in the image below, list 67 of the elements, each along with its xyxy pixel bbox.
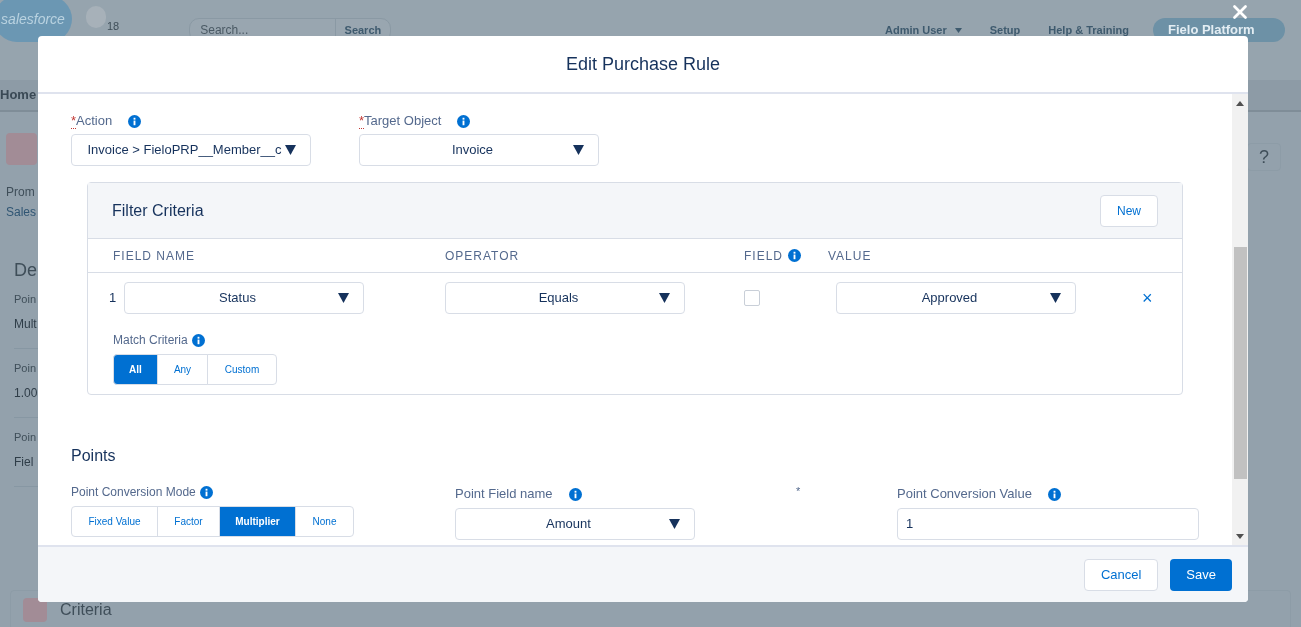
field-value: Mult: [14, 316, 38, 332]
info-icon: [788, 249, 801, 262]
segment-button[interactable]: Fixed Value: [71, 506, 158, 537]
modal-title: Edit Purchase Rule: [565, 52, 721, 76]
header-link[interactable]: Help & Training: [1048, 22, 1129, 39]
caret-icon: [659, 293, 670, 303]
field-label: *Action: [71, 112, 113, 131]
info-icon: [457, 114, 471, 128]
caret-icon: [285, 145, 296, 155]
field-value: Fiel: [14, 454, 35, 470]
nav-tab[interactable]: Home: [0, 85, 37, 105]
required-mark: *: [796, 484, 802, 499]
checkbox[interactable]: [744, 290, 760, 306]
field-label: Poin: [14, 361, 38, 375]
select-field[interactable]: Invoice > FieloPRP__Member__c: [71, 134, 311, 166]
scrollbar[interactable]: [1232, 94, 1248, 545]
section-title: Points: [71, 446, 117, 466]
field-label: Point Conversion Mode: [71, 484, 196, 501]
column-header: OPERATOR: [445, 247, 521, 265]
new-button[interactable]: New: [1100, 194, 1158, 227]
field-label: Poin: [14, 292, 38, 306]
scroll-up-icon[interactable]: [1236, 101, 1244, 106]
section-title: De: [14, 260, 38, 280]
field-label: Poin: [14, 430, 38, 444]
scroll-down-icon[interactable]: [1236, 534, 1244, 539]
save-button[interactable]: Save: [1170, 558, 1232, 591]
select-field[interactable]: Status: [124, 282, 364, 314]
field-label: Point Field name: [455, 485, 553, 504]
input-field[interactable]: 1: [897, 508, 1199, 540]
column-header: FIELD: [744, 247, 783, 265]
row-number: 1: [109, 289, 118, 308]
select-field[interactable]: Amount: [455, 508, 695, 540]
record-type: Prom: [6, 184, 36, 200]
info-icon: [191, 333, 205, 347]
segment-button[interactable]: All: [113, 354, 158, 385]
caret-icon: [338, 293, 349, 303]
remove-button[interactable]: ×: [1142, 289, 1153, 307]
notification-count: 18: [107, 18, 120, 34]
caret-icon: [669, 519, 680, 529]
segment-button[interactable]: Factor: [157, 506, 220, 537]
card-title: Filter Criteria: [112, 200, 204, 221]
select-field[interactable]: Approved: [836, 282, 1076, 314]
info-icon: [199, 485, 213, 499]
segment-button[interactable]: Any: [157, 354, 208, 385]
segment-button[interactable]: Multiplier: [219, 506, 296, 537]
segment-button[interactable]: None: [295, 506, 354, 537]
caret-icon: [954, 27, 962, 33]
select-field[interactable]: Invoice: [359, 134, 599, 166]
header-link[interactable]: Setup: [989, 22, 1021, 39]
segment-button[interactable]: Custom: [207, 354, 277, 385]
info-icon: [128, 114, 142, 128]
section-title: Criteria: [60, 600, 112, 620]
field-label: Match Criteria: [113, 332, 188, 349]
column-header: VALUE: [828, 247, 872, 265]
scrollbar-thumb[interactable]: [1233, 247, 1247, 479]
field-label: *Target Object: [359, 112, 442, 131]
info-icon: [1047, 487, 1061, 501]
select-field[interactable]: Equals: [445, 282, 685, 314]
field-value: 1.00: [14, 385, 38, 401]
user-menu[interactable]: Admin User: [885, 22, 962, 39]
cancel-button[interactable]: Cancel: [1083, 558, 1159, 591]
caret-icon: [1050, 293, 1061, 303]
column-header: FIELD NAME: [113, 247, 196, 265]
caret-icon: [573, 145, 584, 155]
field-label: Point Conversion Value: [897, 485, 1032, 504]
record-name: Sales: [6, 204, 38, 220]
info-icon: [568, 487, 582, 501]
